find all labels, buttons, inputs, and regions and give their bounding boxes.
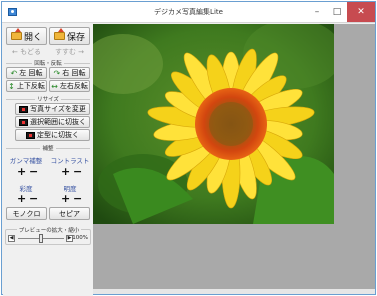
flip-horizontal-button[interactable]: ↔ 左右反転 xyxy=(49,80,90,92)
resize-icon xyxy=(19,105,29,113)
image-workspace[interactable] xyxy=(93,24,375,294)
rotate-right-icon: ↷ xyxy=(53,68,61,78)
flip-vertical-label: 上下反転 xyxy=(16,82,45,90)
gamma-label: ガンマ補整 xyxy=(9,157,43,165)
crop-fixed-label: 定型に切抜く xyxy=(37,131,79,139)
save-button-label: 保存 xyxy=(66,32,85,43)
contrast-minus-button[interactable]: − xyxy=(73,166,82,177)
window-title: デジカメ写真編集Lite xyxy=(154,8,223,16)
flip-horizontal-label: 左右反転 xyxy=(59,82,88,90)
open-button[interactable]: 開く xyxy=(6,27,47,45)
sunflower-photo xyxy=(93,24,334,224)
brightness-minus-button[interactable]: − xyxy=(73,193,82,204)
rotate-left-label: 左 回転 xyxy=(19,69,43,77)
crop-selection-icon xyxy=(19,118,28,126)
flip-vertical-icon: ↕ xyxy=(8,81,15,91)
rotate-group-label: 回転・反転 xyxy=(32,61,64,67)
brightness-label: 明度 xyxy=(63,185,77,193)
rotate-left-icon: ↶ xyxy=(10,68,18,78)
window-controls: – □ ✕ xyxy=(307,2,375,22)
monochrome-button[interactable]: モノクロ xyxy=(6,207,47,220)
open-folder-icon xyxy=(10,28,22,40)
change-size-button[interactable]: 写真サイズを変更 xyxy=(15,103,90,115)
horizontal-scrollbar[interactable] xyxy=(93,289,375,294)
sepia-button[interactable]: セピア xyxy=(49,207,90,220)
saturation-minus-button[interactable]: − xyxy=(29,193,38,204)
contrast-label: コントラスト xyxy=(50,157,90,165)
resize-group-label: リサイズ xyxy=(35,97,61,103)
rotate-right-button[interactable]: ↷ 右 回転 xyxy=(49,67,90,79)
minimize-button[interactable]: – xyxy=(307,2,327,22)
maximize-button[interactable]: □ xyxy=(327,2,347,22)
zoom-slider-thumb[interactable] xyxy=(39,234,43,243)
flip-vertical-button[interactable]: ↕ 上下反転 xyxy=(6,80,47,92)
zoom-out-arrow-icon[interactable]: ◀ xyxy=(8,235,15,242)
crop-fixed-icon xyxy=(26,131,35,139)
redo-button[interactable]: すすむ → xyxy=(49,46,90,58)
gamma-plus-button[interactable]: + xyxy=(17,166,26,177)
crop-fixed-button[interactable]: 定型に切抜く xyxy=(15,129,90,141)
save-folder-icon xyxy=(53,28,65,40)
app-window: デジカメ写真編集Lite – □ ✕ 開く 保存 ← もどる すすむ → 回転・… xyxy=(1,1,376,296)
gamma-minus-button[interactable]: − xyxy=(29,166,38,177)
title-bar[interactable]: デジカメ写真編集Lite – □ ✕ xyxy=(2,2,375,23)
crop-selection-button[interactable]: 選択範囲に切抜く xyxy=(15,116,90,128)
undo-button[interactable]: ← もどる xyxy=(6,46,47,58)
rotate-left-button[interactable]: ↶ 左 回転 xyxy=(6,67,47,79)
zoom-value: 100% xyxy=(72,235,88,241)
preview-group-label: プレビューの拡大・縮小 xyxy=(16,228,82,234)
photo-canvas[interactable] xyxy=(93,24,334,224)
contrast-plus-button[interactable]: + xyxy=(61,166,70,177)
flip-horizontal-icon: ↔ xyxy=(51,81,58,91)
close-button[interactable]: ✕ xyxy=(347,2,375,22)
saturation-plus-button[interactable]: + xyxy=(17,193,26,204)
crop-selection-label: 選択範囲に切抜く xyxy=(30,118,86,126)
saturation-label: 彩度 xyxy=(19,185,33,193)
adjust-group-label: 補整 xyxy=(40,146,56,152)
rotate-right-label: 右 回転 xyxy=(62,69,86,77)
open-button-label: 開く xyxy=(23,32,42,43)
brightness-plus-button[interactable]: + xyxy=(61,193,70,204)
tool-panel: 開く 保存 ← もどる すすむ → 回転・反転 ↶ 左 回転 ↷ 右 回転 ↕ … xyxy=(3,24,93,296)
change-size-label: 写真サイズを変更 xyxy=(30,105,86,113)
save-button[interactable]: 保存 xyxy=(49,27,90,45)
preview-zoom-group: プレビューの拡大・縮小 ◀ ▶ 100% xyxy=(5,228,91,245)
